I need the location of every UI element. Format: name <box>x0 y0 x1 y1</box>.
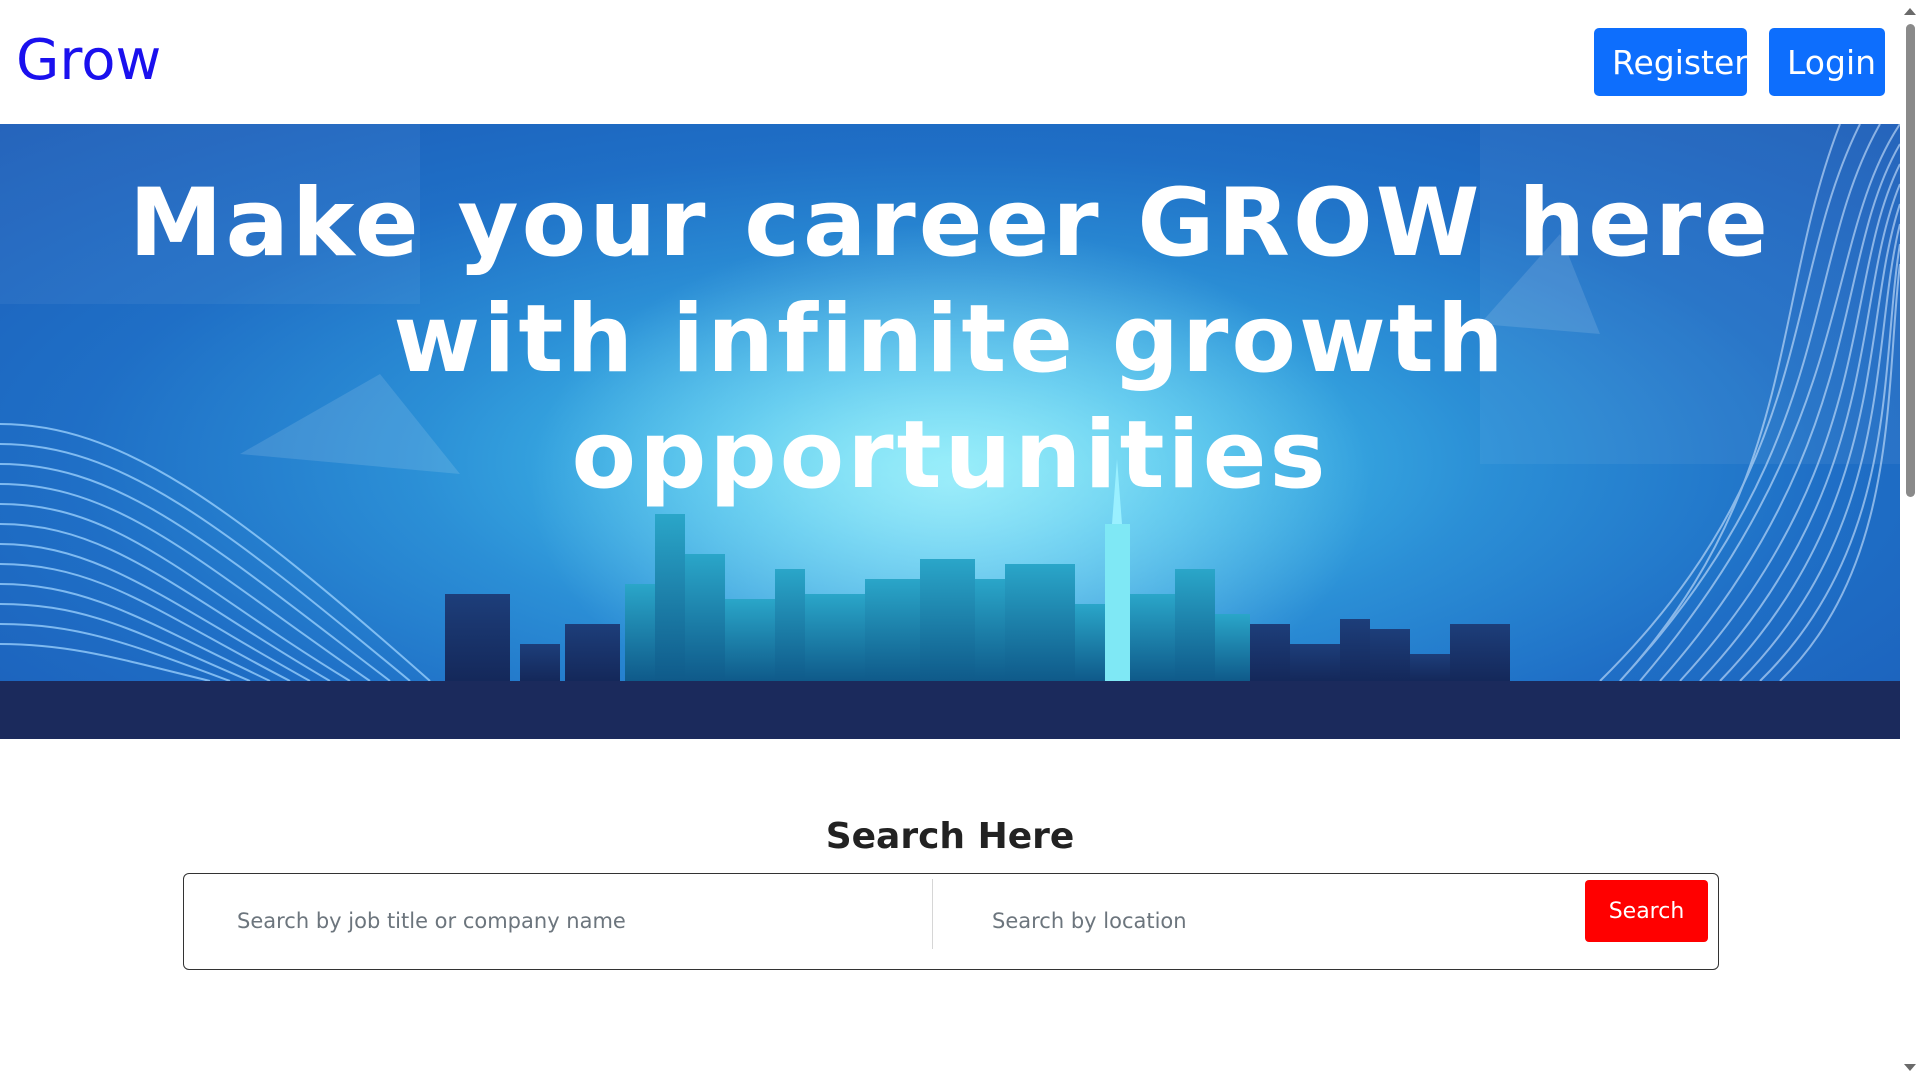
job-title-search-input[interactable] <box>235 880 915 962</box>
register-button[interactable]: Register <box>1594 28 1748 96</box>
chevron-up-icon[interactable] <box>1904 8 1916 15</box>
search-button[interactable]: Search <box>1585 880 1708 942</box>
chevron-down-icon[interactable] <box>1904 1064 1916 1071</box>
brand-logo-link[interactable]: Grow <box>16 28 161 93</box>
scrollbar-thumb[interactable] <box>1906 24 1915 497</box>
hero-banner: Make your career GROW here with infinite… <box>0 124 1900 739</box>
search-divider <box>932 879 933 949</box>
search-form: Search <box>183 873 1719 970</box>
hero-title: Make your career GROW here with infinite… <box>128 169 1772 510</box>
location-search-input[interactable] <box>990 880 1630 962</box>
hero-ground-strip <box>0 681 1900 739</box>
search-heading: Search Here <box>825 816 1075 857</box>
login-button[interactable]: Login <box>1769 28 1885 96</box>
page: Grow Register Login Make your career GRO… <box>0 0 1920 1080</box>
vertical-scrollbar[interactable] <box>1900 0 1920 1080</box>
navbar: Grow Register Login <box>0 0 1900 124</box>
